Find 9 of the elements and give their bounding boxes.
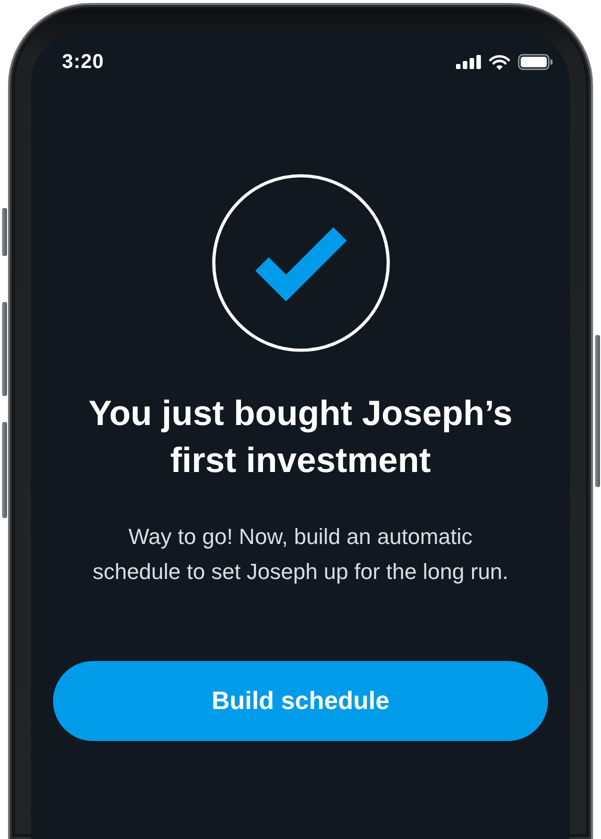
side-key-drawing [2,208,7,256]
build-schedule-button[interactable]: Build schedule [53,661,548,741]
confirmation-message: Way to go! Now, build an automatic schedule to set Joseph up for the long run. [92,523,510,586]
confirmation-title: You just bought Joseph’s first investment [88,393,514,482]
signal-icon [456,55,481,69]
battery-icon [518,54,553,70]
status-bar-time: 3:20 [62,50,104,74]
wifi-icon [489,54,510,70]
check-circle-icon [212,174,390,352]
